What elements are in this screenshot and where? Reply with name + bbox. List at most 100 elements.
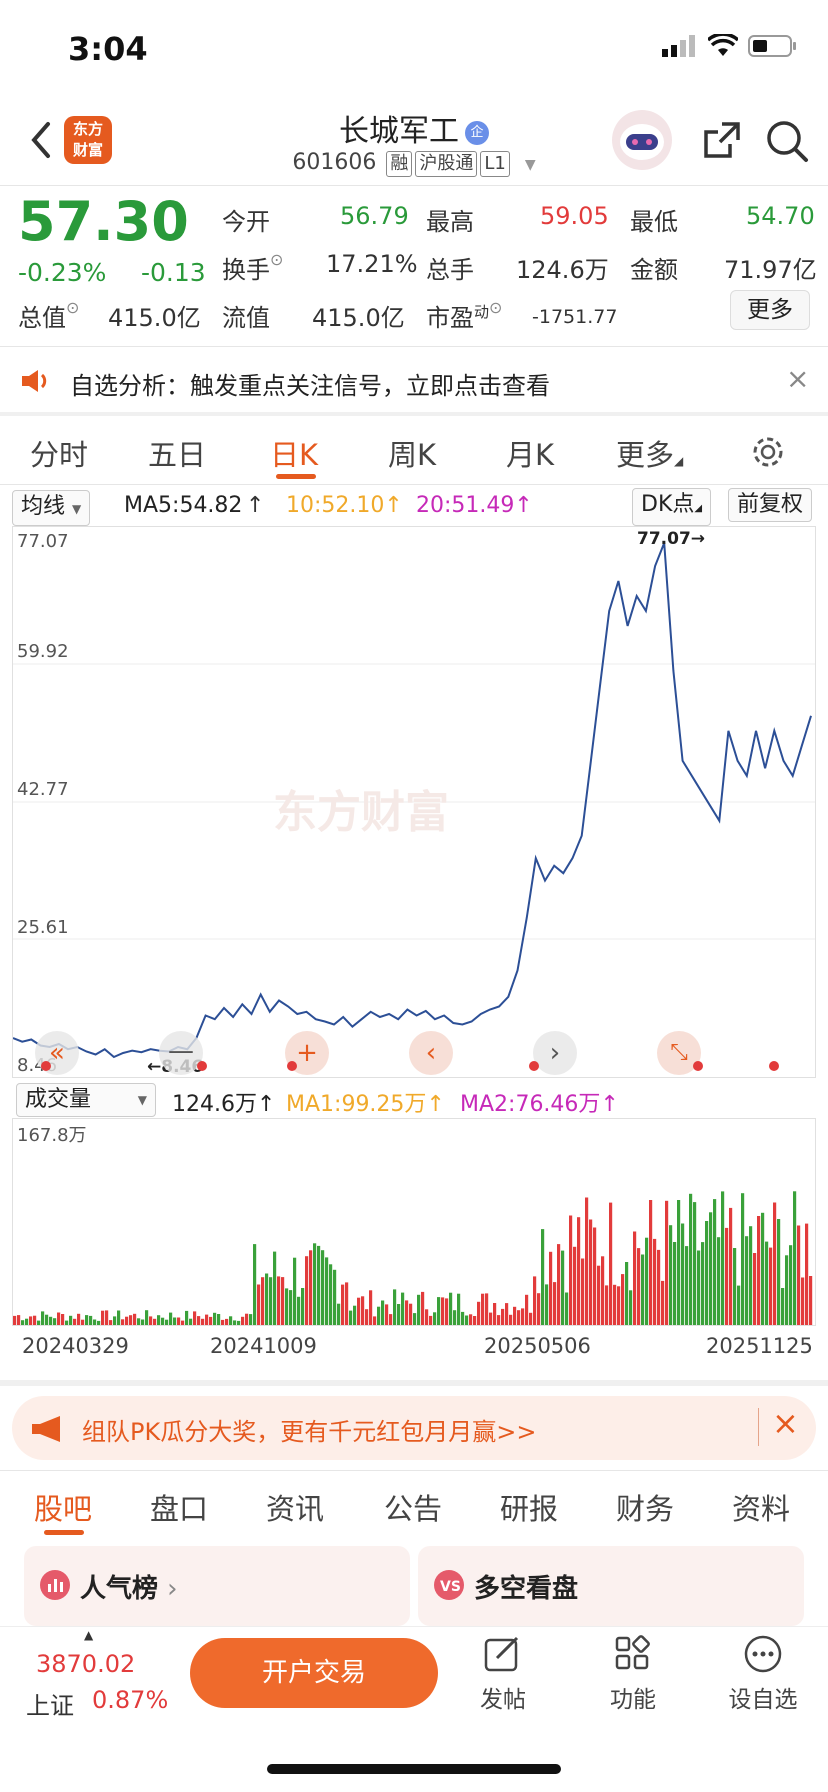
signal-icon	[662, 35, 695, 57]
volume-bar	[309, 1250, 313, 1325]
volume-bar	[781, 1288, 785, 1325]
volume-bar	[53, 1318, 57, 1325]
close-icon[interactable]: ×	[772, 1404, 799, 1442]
adjust-button[interactable]: 前复权	[728, 488, 813, 522]
pe-label[interactable]: 市盈动⊙	[426, 298, 502, 333]
date-label: 20240329	[22, 1334, 129, 1358]
volume-bar	[105, 1310, 109, 1325]
date-label: 20241009	[210, 1334, 317, 1358]
volume-bar	[285, 1288, 289, 1325]
tab-monthly-k[interactable]: 月K	[506, 432, 554, 474]
price-chart[interactable]: 东方财富 77.07 59.92 42.77 25.61 8.46 77.07→…	[12, 526, 816, 1078]
tab-more[interactable]: 更多◢	[616, 432, 683, 474]
signal-dot	[693, 1061, 703, 1071]
volume-bar	[237, 1320, 241, 1325]
high-label: 最高	[426, 208, 474, 236]
feature-cards: 人气榜 › VS 多空看盘	[0, 1546, 828, 1626]
tab-profile[interactable]: 资料	[732, 1486, 790, 1528]
index-value[interactable]: 3870.02	[36, 1650, 135, 1678]
chart-tabs: 分时 五日 日K 周K 月K 更多◢	[0, 422, 828, 484]
y-label-4: 25.61	[17, 917, 69, 938]
volume-bar	[173, 1317, 177, 1325]
search-icon[interactable]	[764, 118, 810, 164]
volume-bar	[125, 1316, 129, 1325]
more-button[interactable]: 更多	[730, 290, 810, 330]
volume-bar	[793, 1191, 797, 1325]
volume-bar	[97, 1320, 101, 1325]
volume-bar	[101, 1310, 105, 1325]
assistant-robot-icon[interactable]	[612, 110, 672, 170]
date-label: 20251125	[706, 1334, 813, 1358]
volume-bar	[77, 1313, 81, 1325]
tag-margin: 融	[386, 151, 413, 177]
watchlist-label: 设自选	[728, 1687, 798, 1713]
settings-gear-icon[interactable]	[750, 434, 786, 470]
bull-bear-card[interactable]: VS 多空看盘	[418, 1546, 804, 1626]
volume-bar	[205, 1314, 209, 1325]
promo-banner[interactable]: 组队PK瓜分大奖，更有千元红包月月赢>> ×	[12, 1396, 816, 1460]
volume-bar	[121, 1319, 125, 1325]
volume-bar	[501, 1308, 505, 1325]
open-trade-button[interactable]: 开户交易	[190, 1638, 438, 1708]
volume-bar	[213, 1312, 217, 1325]
tab-order-book[interactable]: 盘口	[150, 1486, 208, 1528]
next-icon[interactable]: ›	[533, 1031, 577, 1075]
volume-bar	[225, 1318, 229, 1325]
tab-announcements[interactable]: 公告	[384, 1486, 442, 1528]
popularity-card[interactable]: 人气榜 ›	[24, 1546, 410, 1626]
zoom-out-icon[interactable]: —	[159, 1031, 203, 1075]
more-dots-icon: ⊙	[66, 298, 80, 317]
dk-point-button[interactable]: DK点◢	[632, 488, 712, 526]
tab-news[interactable]: 资讯	[266, 1486, 324, 1528]
ma-selector[interactable]: 均线 ▼	[12, 490, 91, 526]
enterprise-badge: 企	[465, 120, 489, 145]
tab-daily-k[interactable]: 日K	[270, 432, 318, 474]
banner-text: 组队PK瓜分大奖，更有千元红包月月赢>>	[82, 1418, 537, 1446]
tab-finance[interactable]: 财务	[616, 1486, 674, 1528]
tab-research[interactable]: 研报	[500, 1486, 558, 1528]
volume-bar	[801, 1277, 805, 1325]
volume-bar	[297, 1296, 301, 1325]
pe-value: -1751.77	[532, 306, 618, 328]
volume-bar	[437, 1297, 441, 1325]
volume-bar	[809, 1276, 813, 1325]
functions-button[interactable]: 功能	[588, 1634, 678, 1714]
volume-bar	[741, 1193, 745, 1325]
volume-bar	[445, 1298, 449, 1325]
high-value: 59.05	[540, 202, 609, 230]
volume-selector[interactable]: 成交量 ▼	[16, 1083, 156, 1117]
volume-bar	[109, 1320, 113, 1325]
amount-label: 金额	[630, 256, 678, 284]
volume-bar	[701, 1242, 705, 1325]
tab-5day[interactable]: 五日	[148, 432, 206, 474]
volume-bar	[593, 1227, 597, 1325]
volume-bar	[49, 1316, 53, 1325]
volume-bar	[553, 1282, 557, 1325]
tab-forum[interactable]: 股吧	[34, 1486, 92, 1528]
volume-bar	[333, 1269, 337, 1325]
volume-bar	[697, 1250, 701, 1325]
volume-bar	[797, 1225, 801, 1325]
date-label: 20250506	[484, 1334, 591, 1358]
volume-bar	[381, 1300, 385, 1325]
prev-icon[interactable]: ‹	[409, 1031, 453, 1075]
signal-dot	[197, 1061, 207, 1071]
volume-chart[interactable]: 167.8万	[12, 1118, 816, 1326]
mktcap-label[interactable]: 总值⊙	[18, 298, 79, 333]
volume-bar	[277, 1276, 281, 1325]
volume-bar	[41, 1311, 45, 1325]
volume-bar	[521, 1308, 525, 1325]
post-button[interactable]: 发帖	[458, 1634, 548, 1714]
tab-intraday[interactable]: 分时	[30, 432, 88, 474]
add-watchlist-button[interactable]: 设自选	[718, 1634, 808, 1714]
volume-bar	[753, 1253, 757, 1325]
volume-bar	[473, 1316, 477, 1325]
share-icon[interactable]	[700, 118, 744, 162]
turnover-label[interactable]: 换手⊙	[222, 250, 283, 285]
close-icon[interactable]: ×	[786, 362, 809, 395]
tab-weekly-k[interactable]: 周K	[388, 432, 436, 474]
volume-bar	[585, 1197, 589, 1325]
volume-value: 124.6万	[516, 256, 609, 284]
notice-bar[interactable]: 自选分析：触发重点关注信号，立即点击查看 ×	[0, 350, 828, 412]
volume-bar	[197, 1316, 201, 1325]
